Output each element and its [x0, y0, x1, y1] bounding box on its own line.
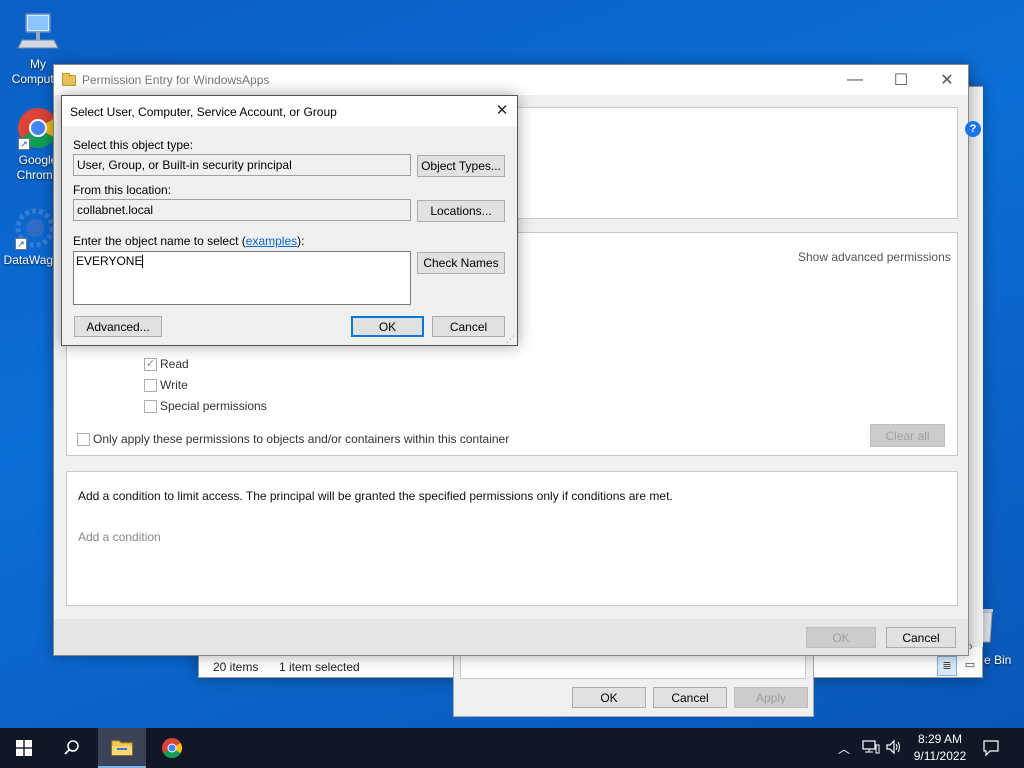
network-icon[interactable]: [862, 739, 880, 755]
datawagon-icon: ↗: [13, 206, 57, 250]
locations-button[interactable]: Locations...: [417, 200, 505, 222]
object-name-value: EVERYONE: [76, 254, 143, 268]
chrome-icon: [162, 738, 182, 758]
permission-label-write: Write: [160, 378, 188, 392]
folder-icon: [62, 72, 76, 86]
checkbox-read[interactable]: ✓: [144, 358, 157, 371]
condition-group-box: Add a condition to limit access. The pri…: [66, 471, 958, 606]
shortcut-arrow-icon: ↗: [15, 238, 27, 250]
status-item-count: 20 items: [213, 660, 259, 674]
large-icons-view-icon[interactable]: ▭: [960, 656, 980, 676]
check-names-button[interactable]: Check Names: [417, 252, 505, 274]
select-cancel-button[interactable]: Cancel: [432, 316, 505, 337]
location-field: collabnet.local: [73, 199, 411, 221]
security-cancel-button[interactable]: Cancel: [653, 687, 727, 708]
object-name-input[interactable]: EVERYONE: [73, 251, 411, 305]
enter-object-name-label: Enter the object name to select (example…: [73, 234, 304, 248]
select-dialog-titlebar: Select User, Computer, Service Account, …: [62, 96, 517, 126]
show-advanced-permissions-link[interactable]: Show advanced permissions: [798, 250, 951, 264]
permission-entry-titlebar: Permission Entry for WindowsApps: [54, 65, 968, 95]
start-button[interactable]: [0, 728, 48, 768]
details-view-icon[interactable]: ≣: [937, 656, 957, 676]
permission-bottom-bar: OK Cancel: [54, 619, 968, 655]
permission-cancel-button[interactable]: Cancel: [886, 627, 956, 648]
permission-label-special: Special permissions: [160, 399, 267, 413]
taskbar: ︿ 8:29 AM 9/11/2022: [0, 728, 1024, 768]
security-ok-button[interactable]: OK: [572, 687, 646, 708]
resize-grip-icon[interactable]: ⋰: [506, 334, 516, 344]
enter-label-prefix: Enter the object name to select (: [73, 234, 246, 248]
security-apply-button: Apply: [734, 687, 808, 708]
tray-overflow-chevron-icon[interactable]: ︿: [838, 740, 850, 757]
windows-logo-icon: [16, 740, 32, 756]
notifications-icon[interactable]: [982, 739, 1000, 757]
examples-link[interactable]: examples: [246, 234, 297, 248]
recycle-bin-label: e Bin: [984, 653, 1012, 667]
help-icon[interactable]: ?: [965, 121, 981, 137]
close-button[interactable]: ✕: [924, 65, 970, 95]
status-selected-count: 1 item selected: [279, 660, 360, 674]
checkbox-write[interactable]: [144, 379, 157, 392]
checkbox-only-apply[interactable]: [77, 433, 90, 446]
search-button[interactable]: [48, 728, 96, 768]
condition-description: Add a condition to limit access. The pri…: [78, 489, 673, 503]
taskbar-chrome[interactable]: [148, 728, 196, 768]
clock[interactable]: 8:29 AM 9/11/2022: [908, 731, 972, 765]
computer-icon: [16, 10, 60, 54]
clock-time: 8:29 AM: [917, 732, 963, 746]
object-type-field: User, Group, or Built-in security princi…: [73, 154, 411, 176]
search-icon: [64, 740, 79, 755]
select-dialog-title: Select User, Computer, Service Account, …: [70, 105, 337, 119]
add-condition-link[interactable]: Add a condition: [78, 530, 161, 544]
select-user-dialog: Select User, Computer, Service Account, …: [61, 95, 518, 346]
minimize-button[interactable]: —: [832, 65, 878, 95]
checkbox-special-permissions[interactable]: [144, 400, 157, 413]
location-label: From this location:: [73, 183, 172, 197]
clear-all-button: Clear all: [870, 424, 945, 447]
scroll-right-arrow-icon[interactable]: ›: [969, 639, 973, 653]
advanced-button[interactable]: Advanced...: [74, 316, 162, 337]
explorer-right-scrollbar[interactable]: [967, 87, 983, 647]
maximize-button[interactable]: ☐: [878, 65, 924, 95]
permission-label-read: Read: [160, 357, 189, 371]
only-apply-label: Only apply these permissions to objects …: [93, 432, 510, 446]
object-types-button[interactable]: Object Types...: [417, 155, 505, 177]
file-explorer-icon: [111, 740, 133, 756]
window-title: Permission Entry for WindowsApps: [82, 73, 270, 87]
volume-icon[interactable]: [885, 739, 903, 755]
select-ok-button[interactable]: OK: [351, 316, 424, 337]
clock-date: 9/11/2022: [913, 749, 967, 763]
enter-label-suffix: ):: [297, 234, 305, 248]
select-dialog-close-button[interactable]: ✕: [487, 96, 517, 126]
text-cursor: [142, 255, 144, 269]
shortcut-arrow-icon: ↗: [18, 138, 30, 150]
taskbar-file-explorer[interactable]: [98, 728, 146, 768]
permission-ok-button: OK: [806, 627, 876, 648]
object-type-label: Select this object type:: [73, 138, 194, 152]
